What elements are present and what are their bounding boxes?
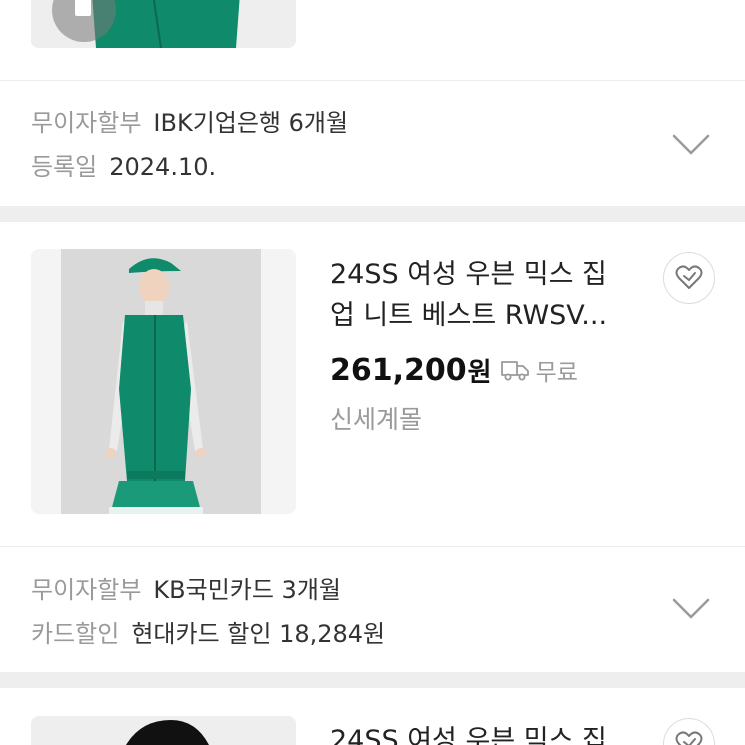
wishlist-button[interactable] (663, 252, 715, 304)
truck-icon (500, 361, 529, 381)
card-discount-value: 현대카드 할인 18,284원 (131, 620, 386, 648)
price-unit: 원 (467, 357, 492, 388)
heart-icon (675, 265, 703, 289)
seller-name[interactable]: 신세계몰 (330, 402, 422, 438)
product-thumbnail[interactable] (31, 716, 296, 745)
installment-row: 무이자할부 IBK기업은행 6개월 (31, 108, 348, 138)
divider (0, 546, 745, 547)
video-badge-icon (52, 0, 116, 42)
registered-value: 2024.10. (109, 153, 217, 181)
price-row: 261,200 원 무료 (330, 350, 578, 390)
card-discount-label: 카드할인 (31, 620, 120, 648)
product-title[interactable]: 24SS 여성 우븐 믹스 집업 니트 베스트 RWSV... (330, 254, 630, 336)
product-thumbnail[interactable] (31, 249, 296, 514)
installment-value: IBK기업은행 6개월 (153, 109, 349, 137)
price-value: 261,200 (330, 352, 467, 388)
section-gap (0, 672, 745, 688)
chevron-down-icon[interactable] (672, 134, 710, 156)
shipping-label: 무료 (535, 360, 578, 386)
installment-label: 무이자할부 (31, 576, 142, 604)
wishlist-button[interactable] (663, 718, 715, 745)
registered-label: 등록일 (31, 153, 98, 181)
product-thumbnail[interactable] (31, 0, 296, 48)
installment-value: KB국민카드 3개월 (153, 576, 341, 604)
registered-row: 등록일 2024.10. (31, 152, 216, 182)
section-gap (0, 206, 745, 222)
installment-label: 무이자할부 (31, 109, 142, 137)
installment-row: 무이자할부 KB국민카드 3개월 (31, 575, 341, 605)
product-image (31, 249, 296, 514)
card-discount-row: 카드할인 현대카드 할인 18,284원 (31, 619, 385, 649)
divider (0, 80, 745, 81)
product-image (31, 716, 296, 745)
heart-icon (675, 731, 703, 745)
product-title[interactable]: 24SS 여성 우븐 믹스 집 (330, 720, 630, 745)
chevron-down-icon[interactable] (672, 598, 710, 620)
